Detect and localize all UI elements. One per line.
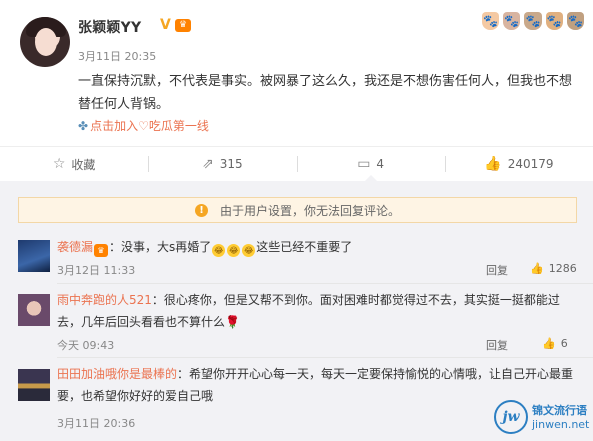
comment-count: 4	[376, 157, 385, 171]
cat-paw-icon: 🐾	[482, 12, 500, 30]
commenter-name[interactable]: 田田加油哦你是最棒的	[57, 367, 177, 381]
watermark-emblem: jw	[494, 400, 528, 434]
repost-button[interactable]: ⇗ 315	[148, 147, 296, 181]
star-icon: ☆	[52, 156, 66, 172]
commenter-name[interactable]: 雨中奔跑的人521	[57, 293, 152, 307]
commenter-name[interactable]: 袭德漏	[57, 240, 93, 254]
cat-paw-icon: 🐾	[566, 12, 585, 30]
post-action-bar: ☆ 收藏 ⇗ 315 ▭ 4 👍 240179	[0, 146, 593, 181]
thumb-up-icon: 👍	[530, 262, 544, 275]
comment-body: ：没事，大s再婚了	[109, 240, 212, 254]
level-badge-icon: ♛	[175, 19, 191, 32]
laugh-cry-emoji-icon: 😂	[227, 244, 241, 257]
comment-time: 3月12日 11:33	[57, 264, 136, 277]
topic-label: 点击加入♡吃瓜第一线	[90, 119, 209, 133]
comment-body-tail: 这些已经不重要了	[256, 240, 353, 254]
divider	[57, 357, 593, 358]
comment-text: 雨中奔跑的人521：很心疼你，但是又帮不到你。面对困难时都觉得过不去，其实挺一挺…	[57, 289, 577, 333]
warning-icon: !	[194, 203, 208, 217]
rose-icon: 🌹	[225, 315, 240, 329]
comment-icon: ▭	[357, 156, 371, 172]
topic-icon: ✤	[78, 119, 89, 133]
comment-like-count: 1286	[548, 262, 577, 275]
verified-icon: V	[160, 17, 171, 33]
post-content: 一直保持沉默，不代表是事实。被网暴了这么久，我还是不想伤害任何人，但我也不想替任…	[78, 74, 573, 112]
topic-link[interactable]: ✤ 点击加入♡吃瓜第一线	[78, 117, 209, 134]
divider	[57, 283, 593, 284]
post-username[interactable]: 张颖颖YY	[78, 17, 141, 37]
comment-like-button[interactable]: 👍 6	[542, 337, 568, 350]
comment-time: 今天 09:43	[57, 339, 115, 352]
commenter-avatar[interactable]	[18, 294, 50, 326]
commenter-avatar[interactable]	[18, 369, 50, 401]
like-button[interactable]: 👍 240179	[444, 147, 593, 181]
cat-paw-icon: 🐾	[545, 12, 563, 30]
reply-disabled-notice: ! 由于用户设置，你无法回复评论。	[18, 197, 577, 223]
comment-text: 袭德漏 ♛ ：没事，大s再婚了 😂 😂 😂 这些已经不重要了	[57, 236, 577, 258]
post-time[interactable]: 3月11日 20:35	[78, 48, 156, 64]
like-count: 240179	[507, 157, 554, 171]
favorite-button[interactable]: ☆ 收藏	[0, 147, 148, 181]
repost-count: 315	[219, 157, 243, 171]
avatar[interactable]	[20, 17, 70, 67]
share-icon: ⇗	[202, 156, 214, 172]
commenter-avatar[interactable]	[18, 240, 50, 272]
comment-like-count: 6	[560, 337, 568, 350]
avatar-face	[35, 28, 57, 56]
notice-text: 由于用户设置，你无法回复评论。	[219, 203, 400, 218]
cat-paw-decoration: 🐾 🐾 🐾 🐾 🐾	[482, 12, 585, 32]
reply-button[interactable]: 回复	[486, 262, 508, 278]
cat-paw-icon: 🐾	[503, 12, 521, 30]
comment-button[interactable]: ▭ 4	[296, 147, 445, 181]
watermark-url: jinwen.net	[532, 418, 590, 431]
favorite-label: 收藏	[71, 157, 96, 172]
watermark-logo: jw 锦文流行语 jinwen.net	[494, 396, 590, 436]
laugh-cry-emoji-icon: 😂	[212, 244, 226, 257]
cat-paw-icon: 🐾	[524, 12, 542, 30]
thumb-up-icon: 👍	[542, 337, 556, 350]
comment-time: 3月11日 20:36	[57, 417, 136, 430]
comment-like-button[interactable]: 👍 1286	[530, 262, 577, 275]
laugh-cry-emoji-icon: 😂	[242, 244, 256, 257]
reply-button[interactable]: 回复	[486, 337, 508, 353]
weibo-post-card: 张颖颖YY V ♛ 🐾 🐾 🐾 🐾 🐾 3月11日 20:35 一直保持沉默，不…	[0, 0, 593, 181]
thumb-up-icon: 👍	[484, 156, 502, 172]
level-badge-icon: ♛	[94, 244, 109, 257]
watermark-title: 锦文流行语	[532, 404, 587, 417]
